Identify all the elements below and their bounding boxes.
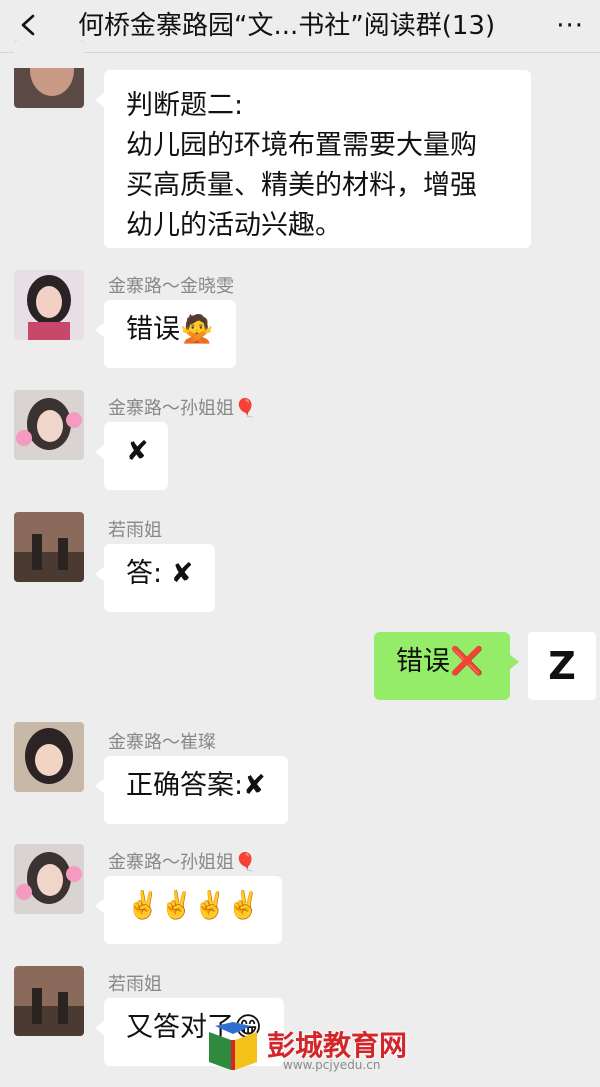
sender-name: 金寨路～金晓雯 xyxy=(108,276,234,297)
back-arrow-icon[interactable] xyxy=(18,14,40,36)
message-text: 正确答案: xyxy=(126,770,244,801)
sender-name: 若雨姐 xyxy=(108,520,162,541)
watermark-url: www.pcjyedu.cn xyxy=(283,1058,381,1072)
cross-mark-icon: ✘ xyxy=(243,770,266,801)
own-avatar[interactable]: Z xyxy=(528,632,596,700)
message-text: 答: xyxy=(126,558,171,589)
avatar[interactable] xyxy=(14,844,84,914)
own-message-bubble[interactable]: 错误❌ xyxy=(374,632,519,700)
red-cross-icon: ❌ xyxy=(450,646,484,677)
chat-title: 何桥金寨路园“文...书社”阅读群(13) xyxy=(78,11,496,41)
avatar[interactable] xyxy=(14,40,84,108)
message-line: 幼儿的活动兴趣。 xyxy=(126,210,342,241)
message-bubble[interactable]: ✌️✌️✌️✌️ xyxy=(94,876,283,944)
sender-name: 若雨姐 xyxy=(108,974,162,995)
gesture-no-emoji-icon: 🙅 xyxy=(180,314,214,345)
more-options-icon[interactable]: ··· xyxy=(556,12,584,40)
balloon-icon: 🎈 xyxy=(234,398,257,419)
message-line: 买高质量、精美的材料，增强 xyxy=(126,170,477,201)
site-watermark: 彭城教育网 www.pcjyedu.cn xyxy=(205,1018,415,1078)
sender-name: 金寨路～崔璨 xyxy=(108,732,216,753)
book-logo-icon xyxy=(209,1022,257,1070)
message-line: 判断题二: xyxy=(126,90,244,121)
victory-hand-emojis: ✌️✌️✌️✌️ xyxy=(126,890,261,921)
avatar[interactable] xyxy=(14,390,84,460)
avatar[interactable] xyxy=(14,722,84,792)
message-bubble[interactable]: ✘ xyxy=(95,422,168,490)
avatar[interactable] xyxy=(14,966,84,1036)
chat-header: 何桥金寨路园“文...书社”阅读群(13) ··· xyxy=(0,0,600,53)
message-text: 错误 xyxy=(126,314,180,345)
avatar[interactable] xyxy=(14,512,84,582)
message-text: 错误 xyxy=(396,646,450,677)
message-bubble[interactable]: 判断题二: 幼儿园的环境布置需要大量购 买高质量、精美的材料，增强 幼儿的活动兴… xyxy=(95,70,531,248)
avatar[interactable] xyxy=(14,270,84,340)
message-bubble[interactable]: 错误🙅 xyxy=(95,300,236,368)
cross-mark-icon: ✘ xyxy=(126,436,149,467)
balloon-icon: 🎈 xyxy=(234,852,257,873)
sender-name: 金寨路～孙姐姐🎈 xyxy=(108,852,257,873)
message-bubble[interactable]: 正确答案:✘ xyxy=(95,756,288,824)
sender-name: 金寨路～孙姐姐🎈 xyxy=(108,398,257,419)
cross-mark-icon: ✘ xyxy=(170,558,194,589)
message-bubble[interactable]: 答: ✘ xyxy=(94,544,216,612)
message-line: 幼儿园的环境布置需要大量购 xyxy=(126,130,477,161)
